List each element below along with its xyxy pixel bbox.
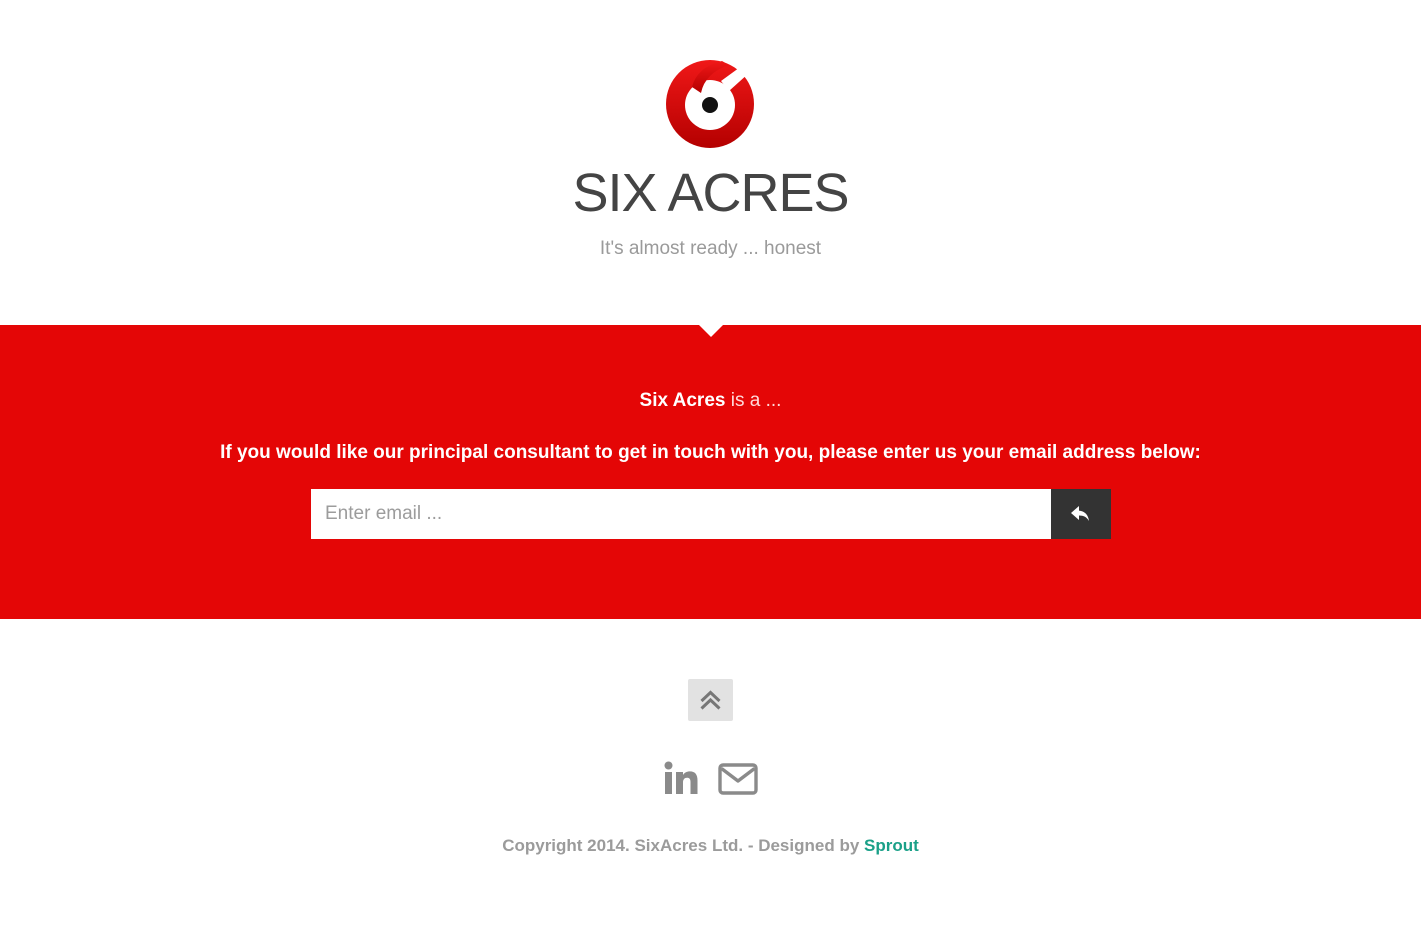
tagline: It's almost ready ... honest — [599, 238, 822, 259]
double-chevron-up-icon — [700, 690, 721, 710]
signup-band: Six Acres is a ... If you would like our… — [0, 325, 1421, 619]
designer-link[interactable]: Sprout — [864, 836, 919, 855]
site-title: SIX ACRES — [572, 163, 849, 223]
linkedin-icon[interactable] — [664, 761, 698, 795]
intro-rest: is a ... — [725, 390, 782, 411]
six-acres-logo-icon — [666, 60, 754, 148]
intro-line: Six Acres is a ... — [0, 387, 1421, 415]
intro-brand: Six Acres — [639, 390, 726, 411]
email-prompt: If you would like our principal consulta… — [220, 442, 1201, 463]
signup-form — [311, 489, 1111, 539]
back-to-top-button[interactable] — [688, 679, 733, 721]
page: SIX ACRES It's almost ready ... honest S… — [0, 0, 1421, 943]
copyright-line: Copyright 2014. SixAcres Ltd. - Designed… — [0, 833, 1421, 859]
header: SIX ACRES It's almost ready ... honest — [0, 0, 1421, 325]
envelope-icon[interactable] — [718, 763, 758, 795]
email-input[interactable] — [311, 489, 1051, 539]
copyright-text: Copyright 2014. SixAcres Ltd. - Designed… — [502, 836, 865, 855]
band-notch-arrow — [699, 325, 723, 337]
submit-button[interactable] — [1051, 489, 1111, 539]
reply-arrow-icon — [1071, 506, 1089, 521]
